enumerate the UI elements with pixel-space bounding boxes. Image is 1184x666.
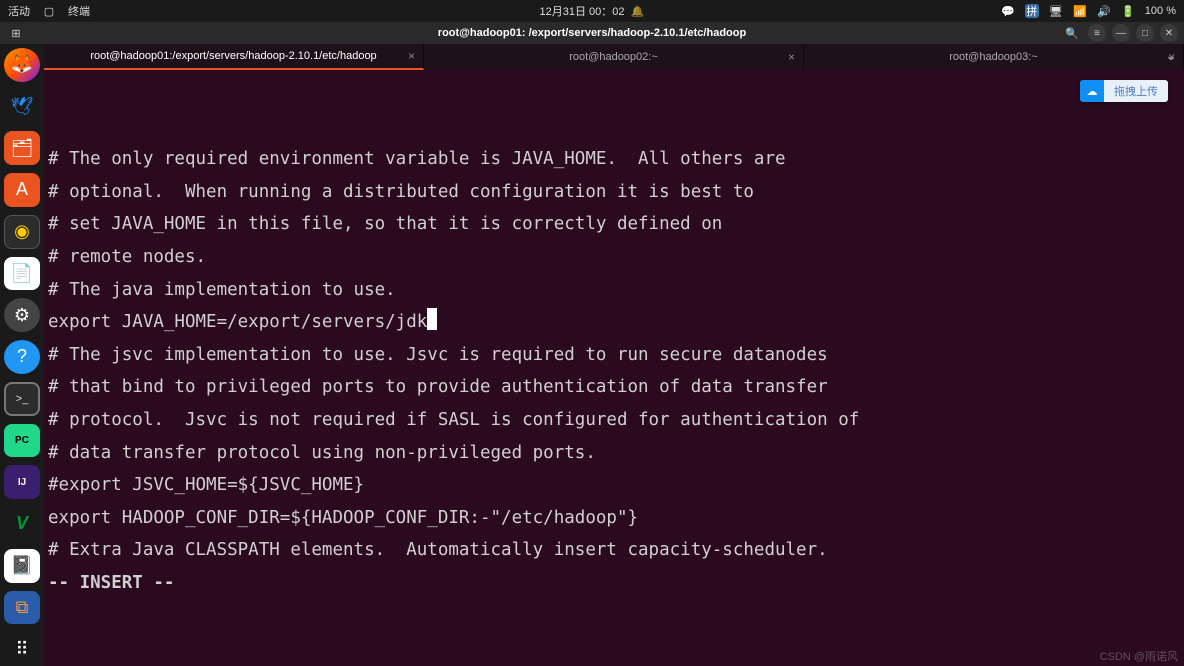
editor-line: # set JAVA_HOME in this file, so that it… — [48, 208, 1180, 241]
terminal-tab-1[interactable]: root@hadoop01:/export/servers/hadoop-2.1… — [44, 44, 424, 70]
dock-writer[interactable]: 📄 — [4, 257, 40, 291]
terminal-content[interactable]: # The only required environment variable… — [44, 70, 1184, 666]
editor-line: # remote nodes. — [48, 241, 1180, 274]
editor-line: # The java implementation to use. — [48, 274, 1180, 307]
activities-button[interactable]: 活动 — [8, 3, 30, 19]
volume-icon[interactable]: 🔊 — [1097, 4, 1111, 18]
close-button[interactable]: ✕ — [1160, 24, 1178, 42]
terminal-app-icon: ▢ — [42, 4, 56, 18]
dock-rhythmbox[interactable]: ◉ — [4, 215, 40, 249]
tray-chat-icon[interactable]: 💬 — [1001, 4, 1015, 18]
dock-virtualbox[interactable]: ⧉ — [4, 591, 40, 625]
tab-close-icon[interactable]: × — [788, 50, 795, 64]
dock-software[interactable]: A — [4, 173, 40, 207]
dock-terminal[interactable]: >_ — [4, 382, 40, 416]
cloud-icon: ☁ — [1080, 80, 1104, 102]
clock-datetime[interactable]: 12月31日 00：02 — [540, 3, 625, 19]
dock-thunderbird[interactable]: 🕊 — [4, 90, 40, 124]
tray-input-icon[interactable]: 拼 — [1025, 4, 1039, 18]
editor-line: export JAVA_HOME=/export/servers/jdk — [48, 306, 1180, 339]
battery-percent: 100 % — [1145, 5, 1176, 17]
search-icon[interactable]: 🔍 — [1062, 24, 1082, 42]
upload-badge-text: 拖拽上传 — [1104, 80, 1168, 102]
tab-label: root@hadoop02:~ — [569, 51, 658, 63]
tab-label: root@hadoop01:/export/servers/hadoop-2.1… — [90, 50, 376, 62]
dock-intellij[interactable]: IJ — [4, 465, 40, 499]
editor-line: # optional. When running a distributed c… — [48, 176, 1180, 209]
tab-close-icon[interactable]: × — [408, 49, 415, 63]
tab-label: root@hadoop03:~ — [949, 51, 1038, 63]
csdn-watermark: CSDN @雨诺风 — [1100, 648, 1178, 664]
app-menu-label[interactable]: 终端 — [68, 3, 90, 19]
dock-help[interactable]: ? — [4, 340, 40, 374]
editor-line: export HADOOP_CONF_DIR=${HADOOP_CONF_DIR… — [48, 502, 1180, 535]
minimize-button[interactable]: — — [1112, 24, 1130, 42]
menu-icon[interactable]: ≡ — [1088, 24, 1106, 42]
dock-notebook[interactable]: 📓 — [4, 549, 40, 583]
dock-vim[interactable]: V — [4, 507, 40, 541]
tray-display-icon[interactable]: 🖥 — [1049, 4, 1063, 18]
dock-settings[interactable]: ⚙ — [4, 298, 40, 332]
tab-dropdown-icon[interactable]: ⌄ — [1162, 47, 1180, 64]
terminal-tabs: root@hadoop01:/export/servers/hadoop-2.1… — [44, 44, 1184, 70]
cursor — [427, 308, 437, 330]
new-tab-button[interactable]: ⊞ — [6, 24, 26, 42]
window-title: root@hadoop01: /export/servers/hadoop-2.… — [438, 27, 746, 39]
terminal-tab-3[interactable]: root@hadoop03:~ × — [804, 44, 1184, 70]
editor-line: # The jsvc implementation to use. Jsvc i… — [48, 339, 1180, 372]
notification-bell-icon[interactable]: 🔔 — [631, 4, 645, 18]
editor-line: # that bind to privileged ports to provi… — [48, 371, 1180, 404]
ubuntu-dock: 🦊 🕊 🗂 A ◉ 📄 ⚙ ? >_ PC IJ V 📓 ⧉ ⠿ — [0, 44, 44, 666]
dock-files[interactable]: 🗂 — [4, 131, 40, 165]
vim-status-line: -- INSERT -- — [48, 567, 1180, 600]
upload-badge[interactable]: ☁ 拖拽上传 — [1080, 80, 1168, 102]
dock-show-apps[interactable]: ⠿ — [4, 632, 40, 666]
gnome-top-bar: 活动 ▢ 终端 12月31日 00：02 🔔 💬 拼 🖥 📶 🔊 🔋 100 % — [0, 0, 1184, 22]
editor-line: # data transfer protocol using non-privi… — [48, 437, 1180, 470]
battery-icon[interactable]: 🔋 — [1121, 4, 1135, 18]
dock-pycharm[interactable]: PC — [4, 424, 40, 458]
maximize-button[interactable]: □ — [1136, 24, 1154, 42]
terminal-tab-2[interactable]: root@hadoop02:~ × — [424, 44, 804, 70]
terminal-window: root@hadoop01:/export/servers/hadoop-2.1… — [44, 44, 1184, 666]
editor-line: # The only required environment variable… — [48, 143, 1180, 176]
editor-line: # Extra Java CLASSPATH elements. Automat… — [48, 534, 1180, 567]
window-titlebar: ⊞ root@hadoop01: /export/servers/hadoop-… — [0, 22, 1184, 44]
editor-line: #export JSVC_HOME=${JSVC_HOME} — [48, 469, 1180, 502]
editor-line: # protocol. Jsvc is not required if SASL… — [48, 404, 1180, 437]
dock-firefox[interactable]: 🦊 — [4, 48, 40, 82]
wifi-icon[interactable]: 📶 — [1073, 4, 1087, 18]
